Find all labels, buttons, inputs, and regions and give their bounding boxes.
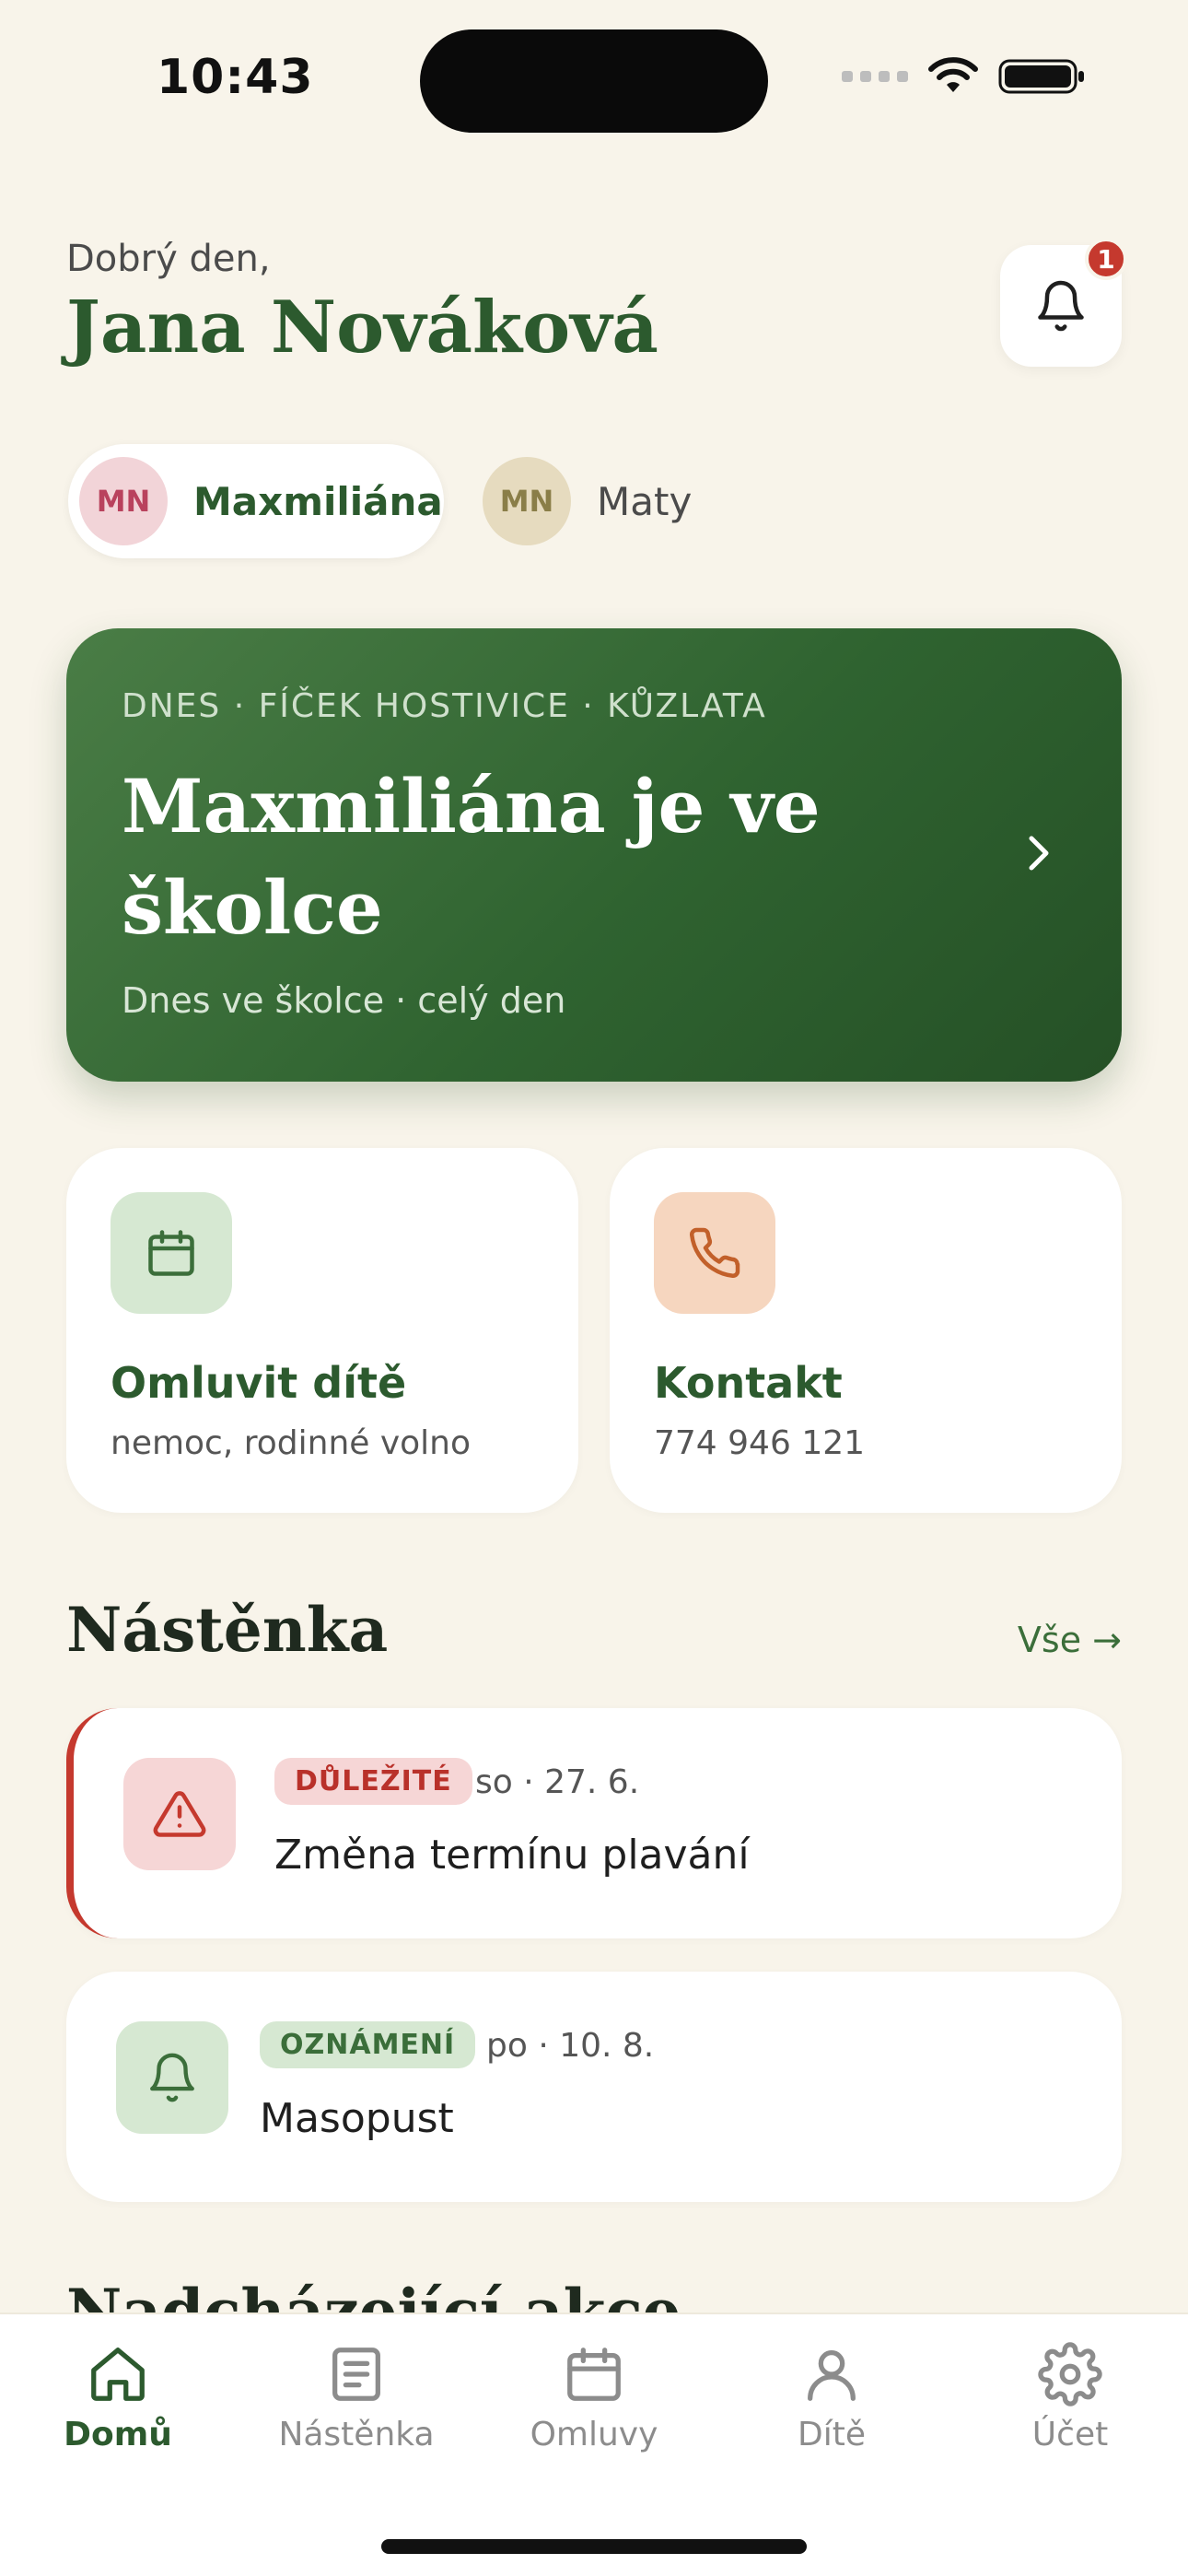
board-icon [332, 2348, 380, 2401]
see-all-link[interactable]: Vše → [1018, 1620, 1122, 1660]
item-title: Změna termínu plavání [274, 1832, 750, 1879]
contact-phone: 774 946 121 [654, 1424, 866, 1462]
user-name: Jana Nováková [66, 286, 658, 369]
greeting-text: Dobrý den, [66, 238, 271, 280]
avatar: MN [483, 457, 571, 545]
home-indicator [381, 2539, 807, 2554]
tab-label: Domů [64, 2416, 172, 2453]
status-time: 10:43 [157, 50, 314, 105]
status-icons [842, 57, 1087, 96]
cellular-signal-icon [842, 71, 908, 82]
contact-title: Kontakt [654, 1358, 843, 1408]
tab-child[interactable]: Dítě [730, 2342, 933, 2453]
home-icon [91, 2348, 145, 2401]
battery-icon [998, 59, 1084, 94]
excuse-child-subtitle: nemoc, rodinné volno [111, 1424, 472, 1462]
dynamic-island [420, 29, 768, 133]
hero-subtitle: Dnes ve školce · celý den [122, 980, 566, 1021]
excuse-child-card[interactable]: Omluvit dítě nemoc, rodinné volno [66, 1148, 578, 1513]
contact-card[interactable]: Kontakt 774 946 121 [610, 1148, 1122, 1513]
child-name: Maty [597, 478, 693, 524]
excuse-child-title: Omluvit dítě [111, 1358, 407, 1408]
tab-label: Omluvy [530, 2416, 658, 2453]
child-chip-maty[interactable]: MN Maty [475, 444, 692, 558]
board-section-title: Nástěnka [66, 1594, 389, 1666]
avatar: MN [79, 457, 168, 545]
item-date: so · 27. 6. [475, 1763, 640, 1801]
tab-home[interactable]: Domů [17, 2342, 219, 2453]
tab-account[interactable]: Účet [969, 2342, 1171, 2453]
board-item[interactable]: DŮLEŽITÉ so · 27. 6. Změna termínu plavá… [66, 1708, 1122, 1938]
important-badge: DŮLEŽITÉ [274, 1758, 472, 1805]
hero-title: Maxmiliána je ve školce [122, 763, 821, 951]
tab-bar: Domů Nástěnka Omluvy Dítě Účet [0, 2313, 1188, 2576]
tab-label: Dítě [798, 2416, 866, 2453]
person-icon [808, 2350, 856, 2401]
item-title: Masopust [260, 2095, 454, 2142]
phone-icon [654, 1192, 775, 1314]
wifi-icon [928, 57, 978, 92]
warning-icon [123, 1758, 236, 1870]
tab-label: Nástěnka [278, 2416, 435, 2453]
tab-excuses[interactable]: Omluvy [493, 2342, 695, 2453]
bell-icon [116, 2021, 228, 2134]
notification-badge: 1 [1085, 238, 1127, 280]
child-chip-maxmiliana[interactable]: MN Maxmiliána [68, 444, 444, 558]
tab-label: Účet [1031, 2416, 1109, 2453]
chevron-right-icon [1029, 836, 1049, 871]
item-date: po · 10. 8. [486, 2027, 655, 2065]
board-item[interactable]: OZNÁMENÍ po · 10. 8. Masopust [66, 1972, 1122, 2202]
today-status-card[interactable]: DNES · FÍČEK HOSTIVICE · KŮZLATA Maxmili… [66, 628, 1122, 1082]
calendar-icon [111, 1192, 232, 1314]
announcement-badge: OZNÁMENÍ [260, 2021, 476, 2068]
calendar-icon [567, 2348, 621, 2401]
tab-board[interactable]: Nástěnka [255, 2342, 458, 2453]
bell-icon [1038, 280, 1084, 332]
child-name: Maxmiliána [193, 478, 443, 524]
gear-icon [1038, 2342, 1102, 2406]
hero-eyebrow: DNES · FÍČEK HOSTIVICE · KŮZLATA [122, 687, 767, 725]
